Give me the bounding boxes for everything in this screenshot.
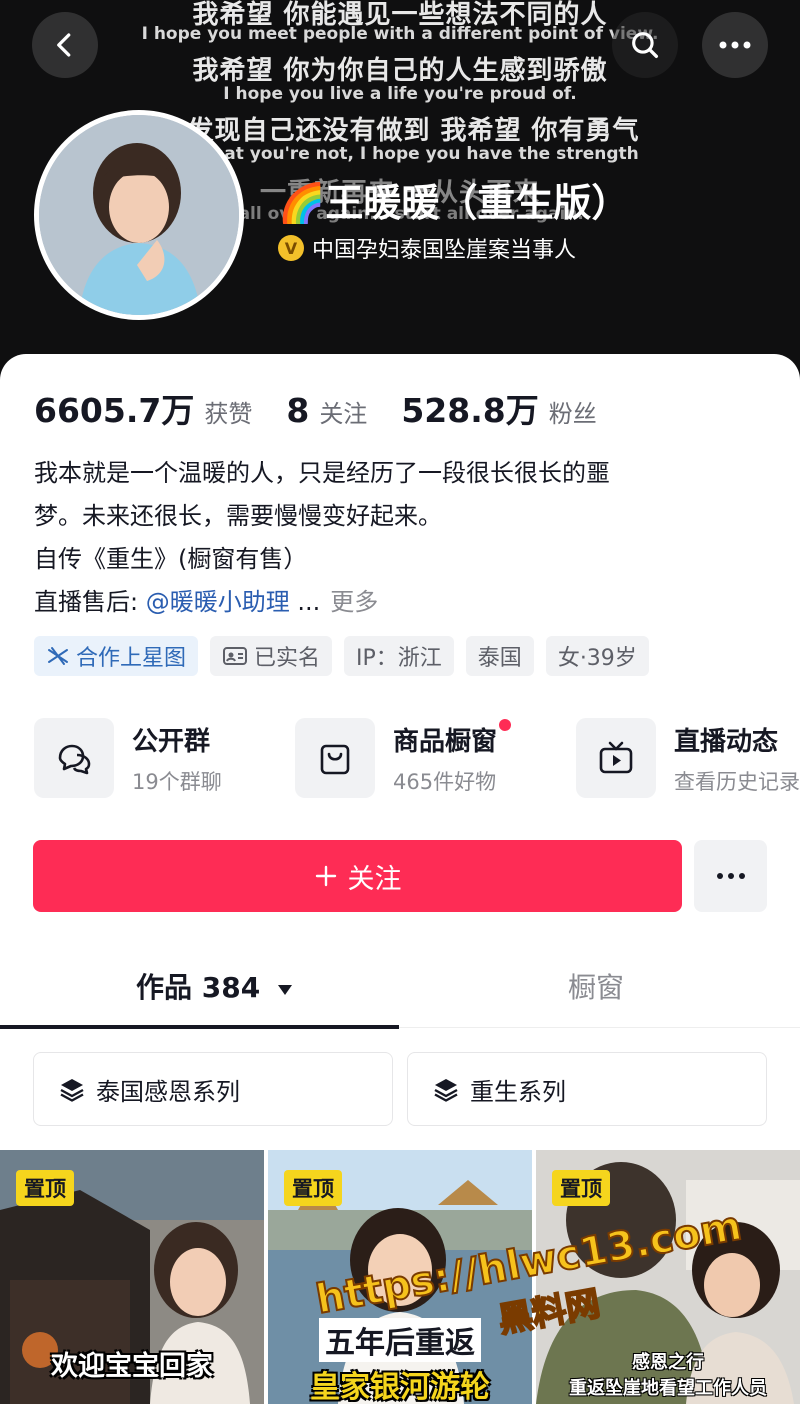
entry-title: 公开群 [132,726,211,757]
likes-count: 6605.7万 [34,391,195,430]
bio-ellipsis: ... [289,588,321,616]
followers-label[interactable]: 粉丝 [549,394,597,429]
avatar[interactable] [34,110,244,320]
video-thumbnail[interactable]: 置顶 感恩之行 重返坠崖地看望工作人员 [536,1150,800,1404]
video-caption: 五年后重返 [268,1318,532,1362]
verification-info: V 中国孕妇泰国坠崖案当事人 [278,232,576,264]
pinned-badge: 置顶 [284,1170,342,1206]
tag-location[interactable]: 泰国 [465,636,534,676]
active-tab-indicator [0,1025,399,1029]
entry-live-updates[interactable]: 直播动态 查看历史记录 [576,716,800,800]
verified-badge-icon: V [278,235,304,261]
entry-product-window[interactable]: 商品橱窗 465件好物 [295,716,512,800]
tag-label: 女·39岁 [557,646,637,671]
bio-more-button[interactable]: 更多 [330,588,378,616]
following-label[interactable]: 关注 [319,394,367,429]
video-caption-line: 五年后重返 [319,1318,481,1362]
tag-label: 合作上星图 [76,646,187,671]
tag-label: 已实名 [254,646,321,671]
tag-gender-age: 女·39岁 [545,636,649,676]
layers-icon [434,1079,458,1102]
notification-dot [499,718,512,731]
video-thumbnail[interactable]: 置顶 五年后重返 皇家银河游轮 [268,1150,532,1404]
profile-name: 🌈王暖暖（重生版） [278,181,630,225]
following-count[interactable]: 8 [286,391,309,430]
tag-label: 泰国 [477,646,522,671]
tag-verified-identity[interactable]: 已实名 [210,636,333,676]
chat-bubbles-icon [58,744,91,775]
followers-count[interactable]: 528.8万 [401,384,538,432]
follow-button[interactable]: 关注 [33,840,682,912]
video-grid: 置顶 欢迎宝宝回家 置顶 五年后重返 皇家银河游轮 置顶 感恩之行 重返坠崖地看… [0,1150,800,1404]
tag-ip-location: IP：浙江 [344,636,454,676]
bio-line: 自传《重生》(橱窗有售） [34,545,308,573]
tab-works[interactable]: 作品 384 [136,966,294,1006]
content-tabs: 作品 384 橱窗 [0,952,800,1029]
collection-label: 泰国感恩系列 [96,1077,240,1106]
caret-down-icon [277,985,292,995]
entry-title: 直播动态 [674,726,779,757]
id-card-icon [223,647,248,665]
video-caption: 欢迎宝宝回家 [51,1351,213,1382]
video-caption-line: 皇家银河游轮 [310,1370,490,1404]
banner-lyric: 我希望 你为你自己的人生感到骄傲 [192,56,608,86]
more-horizontal-icon [719,41,751,49]
avatar-photo [39,115,239,315]
back-button[interactable] [32,12,98,78]
profile-banner: 我希望 你能遇见一些想法不同的人 I hope you meet people … [0,0,800,380]
bio-line: 我本就是一个温暖的人，只是经历了一段很长很长的噩 [34,459,610,487]
search-button[interactable] [612,12,678,78]
video-thumbnail[interactable]: 置顶 欢迎宝宝回家 [0,1150,264,1404]
profile-bio: 我本就是一个温暖的人，只是经历了一段很长很长的噩 梦。未来还很长，需要慢慢变好起… [34,452,754,624]
tag-label: IP：浙江 [356,646,442,671]
entry-title: 商品橱窗 [393,718,512,758]
star-map-icon [48,647,68,665]
tag-star-map[interactable]: 合作上星图 [34,636,199,676]
collection-thailand-gratitude[interactable]: 泰国感恩系列 [33,1052,393,1126]
chevron-left-icon [57,33,71,57]
collection-label: 重生系列 [470,1077,566,1106]
more-horizontal-icon [716,873,745,879]
plus-icon [315,865,336,887]
profile-card: 6605.7万 获赞 8 关注 528.8万 粉丝 我本就是一个温暖的人，只是经… [0,354,800,1404]
likes-label: 获赞 [204,400,253,428]
bio-line: 梦。未来还很长，需要慢慢变好起来。 [34,502,442,530]
entry-public-group[interactable]: 公开群 19个群聊 [34,716,222,800]
tab-works-label: 作品 384 [136,971,261,1004]
banner-lyric: I hope you meet people with a different … [141,24,659,44]
entry-subtitle: 查看历史记录 [674,769,800,794]
entry-title-text: 商品橱窗 [393,726,498,757]
more-options-button[interactable] [702,12,768,78]
profile-stats: 6605.7万 获赞 8 关注 528.8万 粉丝 [34,384,631,432]
entry-subtitle: 19个群聊 [132,769,222,794]
collections-row: 泰国感恩系列 重生系列 [33,1052,767,1126]
video-caption-line: 感恩之行 [632,1352,704,1373]
follow-label: 关注 [347,863,402,895]
assistant-link[interactable]: @暖暖小助理 [146,588,290,616]
banner-lyric: I hope you live a life you're proud of. [223,84,577,104]
feature-entries: 公开群 19个群聊 商品橱窗 465件好物 直播动态 查看历史记录 [34,716,800,800]
profile-tags: 合作上星图 已实名 IP：浙江 泰国 女·39岁 [34,636,649,676]
tv-live-icon [599,741,633,774]
verification-text: 中国孕妇泰国坠崖案当事人 [312,238,577,263]
bio-line: 直播售后: @暖暖小助理 ... 更多 [34,581,754,624]
collection-rebirth[interactable]: 重生系列 [407,1052,767,1126]
layers-icon [60,1079,84,1102]
search-icon [632,32,659,59]
tab-window[interactable]: 橱窗 [568,966,624,1006]
bio-prefix: 直播售后: [34,588,146,616]
follow-more-button[interactable] [694,840,767,912]
video-caption-line: 重返坠崖地看望工作人员 [569,1378,767,1399]
pinned-badge: 置顶 [552,1170,610,1206]
shopping-bag-icon [320,744,350,775]
entry-subtitle: 465件好物 [393,769,497,794]
pinned-badge: 置顶 [16,1170,74,1206]
